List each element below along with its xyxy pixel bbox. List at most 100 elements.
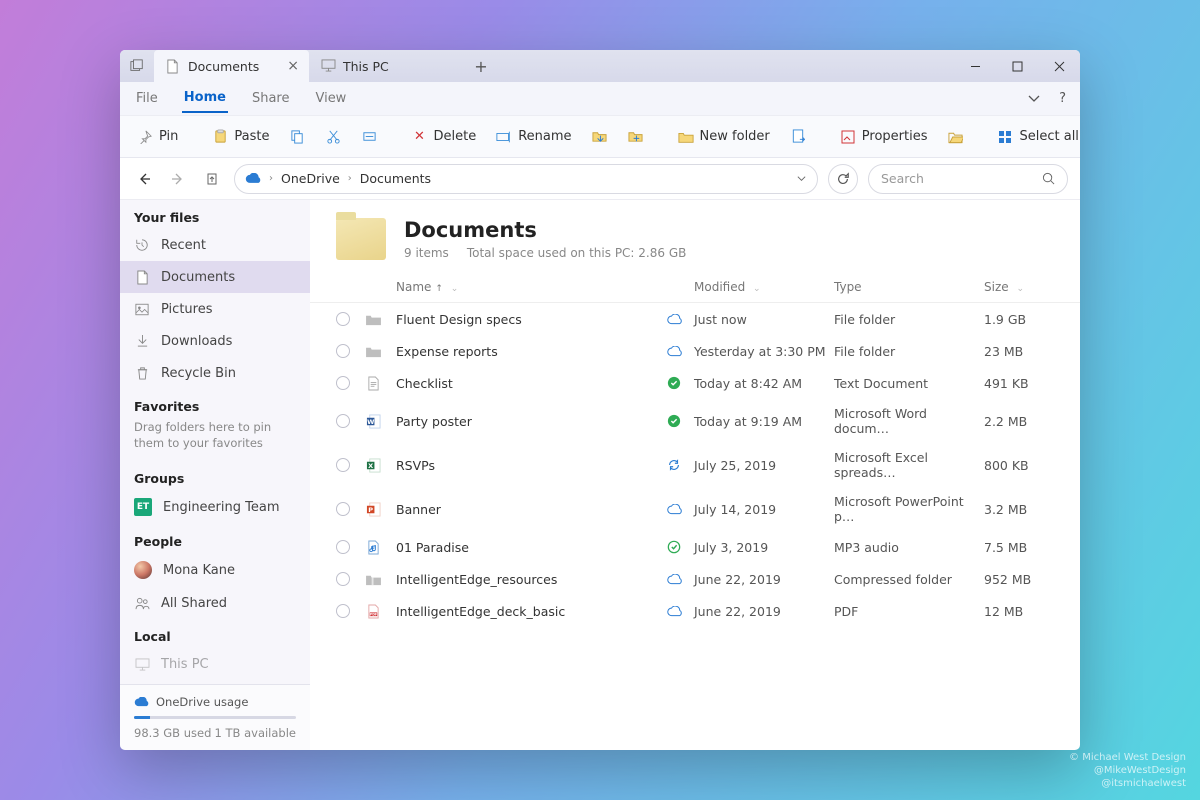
- file-name: IntelligentEdge_resources: [396, 572, 666, 587]
- file-type: MP3 audio: [834, 540, 984, 555]
- space-used: Total space used on this PC: 2.86 GB: [467, 246, 687, 260]
- select-circle[interactable]: [336, 604, 350, 618]
- page-title: Documents: [404, 218, 686, 242]
- file-name: 01 Paradise: [396, 540, 666, 555]
- sidebar-item[interactable]: Recent: [120, 229, 310, 261]
- window-menu-button[interactable]: [120, 50, 154, 82]
- select-circle[interactable]: [336, 502, 350, 516]
- sidebar-item-label: Documents: [161, 270, 235, 285]
- sidebar-item-label: Mona Kane: [163, 563, 235, 578]
- address-bar[interactable]: › OneDrive › Documents: [234, 164, 818, 194]
- copy-to-button[interactable]: [623, 125, 649, 149]
- file-row[interactable]: WParty posterToday at 9:19 AMMicrosoft W…: [310, 399, 1080, 443]
- select-circle[interactable]: [336, 312, 350, 326]
- cut-button[interactable]: [321, 125, 347, 149]
- copy-button[interactable]: [285, 125, 311, 149]
- file-row[interactable]: Fluent Design specsJust nowFile folder1.…: [310, 303, 1080, 335]
- sidebar-section-header: People: [120, 524, 310, 553]
- back-button[interactable]: [132, 167, 156, 191]
- open-button[interactable]: [942, 125, 968, 149]
- menu-share[interactable]: Share: [250, 85, 292, 112]
- select-all-button[interactable]: Select all: [992, 125, 1080, 149]
- move-to-button[interactable]: [587, 125, 613, 149]
- storage-title: OneDrive usage: [156, 695, 248, 709]
- help-button[interactable]: ?: [1059, 91, 1066, 106]
- svg-text:P: P: [368, 505, 373, 513]
- sidebar-item-label: All Shared: [161, 596, 227, 611]
- copy-path-button[interactable]: [357, 125, 383, 149]
- file-modified: June 22, 2019: [694, 604, 834, 619]
- new-folder-button[interactable]: New folder: [673, 125, 775, 149]
- sidebar-item[interactable]: ETEngineering Team: [120, 490, 310, 524]
- new-item-button[interactable]: [785, 125, 811, 149]
- group-chip: ET: [134, 498, 152, 516]
- file-type-icon: W: [364, 412, 382, 430]
- forward-button[interactable]: [166, 167, 190, 191]
- address-dropdown-button[interactable]: [796, 173, 807, 184]
- move-to-icon: [592, 129, 608, 145]
- rename-button[interactable]: Rename: [491, 125, 576, 149]
- file-row[interactable]: PDFIntelligentEdge_deck_basicJune 22, 20…: [310, 595, 1080, 627]
- svg-text:W: W: [367, 417, 375, 425]
- sidebar-item[interactable]: Recycle Bin: [120, 357, 310, 389]
- file-row[interactable]: 01 ParadiseJuly 3, 2019MP3 audio7.5 MB: [310, 531, 1080, 563]
- col-modified[interactable]: Modified ⌄: [694, 280, 834, 294]
- paste-button[interactable]: Paste: [207, 125, 274, 149]
- select-circle[interactable]: [336, 376, 350, 390]
- sync-status-icon: [666, 457, 682, 473]
- sidebar-item[interactable]: This PC: [120, 648, 310, 680]
- file-row[interactable]: Expense reportsYesterday at 3:30 PMFile …: [310, 335, 1080, 367]
- col-type[interactable]: Type: [834, 280, 984, 294]
- ribbon-collapse-button[interactable]: [1027, 91, 1041, 106]
- sync-status-icon: [666, 311, 682, 327]
- tab[interactable]: Documents ×: [154, 50, 309, 82]
- file-name: Checklist: [396, 376, 666, 391]
- file-modified: June 22, 2019: [694, 572, 834, 587]
- sidebar-item[interactable]: Pictures: [120, 293, 310, 325]
- pin-icon: [137, 129, 153, 145]
- select-circle[interactable]: [336, 414, 350, 428]
- pin-button[interactable]: Pin: [132, 125, 183, 149]
- tab[interactable]: This PC: [309, 50, 464, 82]
- menu-home[interactable]: Home: [182, 84, 228, 113]
- copy-to-icon: [628, 129, 644, 145]
- sidebar-item[interactable]: Documents: [120, 261, 310, 293]
- file-row[interactable]: ChecklistToday at 8:42 AMText Document49…: [310, 367, 1080, 399]
- properties-button[interactable]: Properties: [835, 125, 933, 149]
- search-input[interactable]: Search: [868, 164, 1068, 194]
- select-circle[interactable]: [336, 344, 350, 358]
- file-row[interactable]: XRSVPsJuly 25, 2019Microsoft Excel sprea…: [310, 443, 1080, 487]
- up-button[interactable]: [200, 167, 224, 191]
- file-type-icon: [364, 570, 382, 588]
- close-tab-button[interactable]: ×: [287, 58, 299, 74]
- sync-status-icon: [666, 343, 682, 359]
- sidebar-item[interactable]: All Shared: [120, 587, 310, 619]
- sidebar-item[interactable]: Downloads: [120, 325, 310, 357]
- file-type-icon: [364, 342, 382, 360]
- sidebar-section-header: Favorites: [120, 389, 310, 418]
- select-circle[interactable]: [336, 540, 350, 554]
- col-size[interactable]: Size ⌄: [984, 280, 1054, 294]
- breadcrumb-item[interactable]: Documents: [360, 171, 431, 186]
- file-row[interactable]: PBannerJuly 14, 2019Microsoft PowerPoint…: [310, 487, 1080, 531]
- menu-bar: File Home Share View ?: [120, 82, 1080, 116]
- select-circle[interactable]: [336, 572, 350, 586]
- file-row[interactable]: IntelligentEdge_resourcesJune 22, 2019Co…: [310, 563, 1080, 595]
- select-circle[interactable]: [336, 458, 350, 472]
- refresh-button[interactable]: [828, 164, 858, 194]
- tab-label: Documents: [188, 59, 259, 74]
- minimize-button[interactable]: [954, 50, 996, 82]
- menu-file[interactable]: File: [134, 85, 160, 112]
- close-window-button[interactable]: [1038, 50, 1080, 82]
- delete-button[interactable]: ✕Delete: [407, 125, 482, 149]
- sidebar-item[interactable]: Mona Kane: [120, 553, 310, 587]
- file-type-icon: [364, 374, 382, 392]
- maximize-button[interactable]: [996, 50, 1038, 82]
- menu-view[interactable]: View: [313, 85, 348, 112]
- new-tab-button[interactable]: +: [464, 50, 498, 82]
- file-type: Microsoft PowerPoint p…: [834, 494, 984, 524]
- col-name[interactable]: Name↑ ⌄: [396, 280, 666, 294]
- breadcrumb-item[interactable]: OneDrive: [281, 171, 340, 186]
- ribbon: Pin Paste ✕Delete Rename New folder Prop…: [120, 116, 1080, 158]
- sidebar-section-header: Local: [120, 619, 310, 648]
